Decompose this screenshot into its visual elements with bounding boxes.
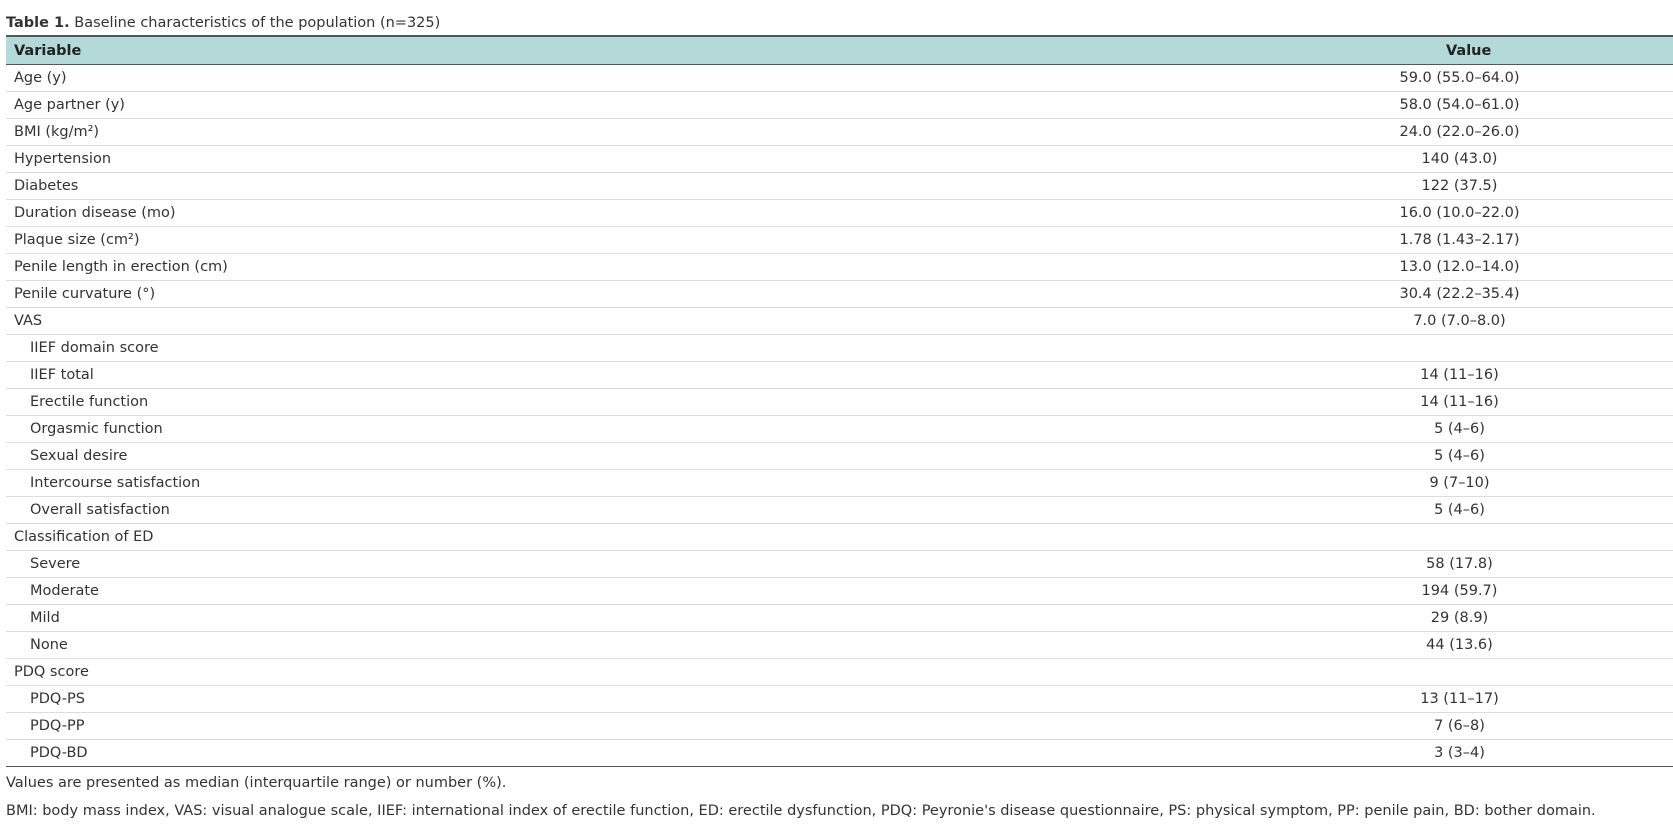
cell-variable: Mild bbox=[6, 604, 1246, 632]
cell-variable: Age (y) bbox=[6, 64, 1246, 92]
table-row: PDQ-PS 13 (11–17) bbox=[6, 685, 1673, 713]
table-row: Age (y) 59.0 (55.0–64.0) bbox=[6, 64, 1673, 92]
table-row: BMI (kg/m²) 24.0 (22.0–26.0) bbox=[6, 118, 1673, 146]
cell-variable: Duration disease (mo) bbox=[6, 199, 1246, 227]
cell-variable: VAS bbox=[6, 307, 1246, 335]
table-container: Table 1. Baseline characteristics of the… bbox=[6, 0, 1673, 824]
cell-value: 14 (11–16) bbox=[1246, 361, 1673, 389]
cell-variable: Hypertension bbox=[6, 145, 1246, 173]
baseline-characteristics-table: Variable Value Age (y) 59.0 (55.0–64.0) Ag… bbox=[6, 35, 1673, 767]
table-header: Variable Value bbox=[6, 36, 1673, 65]
cell-value: 7 (6–8) bbox=[1246, 712, 1673, 740]
table-row: Penile curvature (°) 30.4 (22.2–35.4) bbox=[6, 280, 1673, 308]
table-row: Plaque size (cm²) 1.78 (1.43–2.17) bbox=[6, 226, 1673, 254]
table-row: Sexual desire 5 (4–6) bbox=[6, 442, 1673, 470]
cell-value bbox=[1246, 523, 1673, 551]
cell-variable: Erectile function bbox=[6, 388, 1246, 416]
table-row: IIEF total 14 (11–16) bbox=[6, 361, 1673, 389]
cell-value: 58.0 (54.0–61.0) bbox=[1246, 91, 1673, 119]
cell-value: 1.78 (1.43–2.17) bbox=[1246, 226, 1673, 254]
table-row: Duration disease (mo) 16.0 (10.0–22.0) bbox=[6, 199, 1673, 227]
table-row: PDQ-BD 3 (3–4) bbox=[6, 740, 1673, 767]
cell-value bbox=[1246, 658, 1673, 686]
table-row: Mild 29 (8.9) bbox=[6, 604, 1673, 632]
cell-value: 29 (8.9) bbox=[1246, 604, 1673, 632]
cell-value: 140 (43.0) bbox=[1246, 145, 1673, 173]
table-row: IIEF domain score bbox=[6, 334, 1673, 362]
table-row: PDQ-PP 7 (6–8) bbox=[6, 712, 1673, 740]
table-row: Severe 58 (17.8) bbox=[6, 550, 1673, 578]
cell-variable: Intercourse satisfaction bbox=[6, 469, 1246, 497]
table-row: Orgasmic function 5 (4–6) bbox=[6, 415, 1673, 443]
cell-value: 7.0 (7.0–8.0) bbox=[1246, 307, 1673, 335]
table-row: Overall satisfaction 5 (4–6) bbox=[6, 496, 1673, 524]
table-row: PDQ score bbox=[6, 658, 1673, 686]
cell-value: 13 (11–17) bbox=[1246, 685, 1673, 713]
cell-variable: Penile length in erection (cm) bbox=[6, 253, 1246, 281]
cell-value bbox=[1246, 334, 1673, 362]
cell-value: 16.0 (10.0–22.0) bbox=[1246, 199, 1673, 227]
header-row: Variable Value bbox=[6, 36, 1673, 65]
cell-value: 5 (4–6) bbox=[1246, 415, 1673, 443]
cell-variable: Age partner (y) bbox=[6, 91, 1246, 119]
column-header-value: Value bbox=[1246, 36, 1673, 65]
cell-variable: Classification of ED bbox=[6, 523, 1246, 551]
cell-variable: Sexual desire bbox=[6, 442, 1246, 470]
cell-variable: Plaque size (cm²) bbox=[6, 226, 1246, 254]
cell-variable: PDQ score bbox=[6, 658, 1246, 686]
table-row: VAS 7.0 (7.0–8.0) bbox=[6, 307, 1673, 335]
cell-variable: Diabetes bbox=[6, 172, 1246, 200]
cell-variable: IIEF domain score bbox=[6, 334, 1246, 362]
cell-variable: Severe bbox=[6, 550, 1246, 578]
footnote-abbreviations: BMI: body mass index, VAS: visual analog… bbox=[6, 803, 1596, 819]
cell-value: 194 (59.7) bbox=[1246, 577, 1673, 605]
cell-variable: IIEF total bbox=[6, 361, 1246, 389]
cell-value: 30.4 (22.2–35.4) bbox=[1246, 280, 1673, 308]
table-row: Hypertension 140 (43.0) bbox=[6, 145, 1673, 173]
table-row: Moderate 194 (59.7) bbox=[6, 577, 1673, 605]
table-body: Age (y) 59.0 (55.0–64.0) Age partner (y) 58… bbox=[6, 64, 1673, 767]
cell-value: 5 (4–6) bbox=[1246, 442, 1673, 470]
column-header-variable: Variable bbox=[6, 36, 1246, 65]
cell-value: 59.0 (55.0–64.0) bbox=[1246, 64, 1673, 92]
table-row: Intercourse satisfaction 9 (7–10) bbox=[6, 469, 1673, 497]
cell-value: 5 (4–6) bbox=[1246, 496, 1673, 524]
cell-variable: Orgasmic function bbox=[6, 415, 1246, 443]
cell-value: 3 (3–4) bbox=[1434, 745, 1485, 761]
cell-variable: Overall satisfaction bbox=[6, 496, 1246, 524]
cell-variable: PDQ-BD bbox=[30, 745, 88, 761]
table-row: Erectile function 14 (11–16) bbox=[6, 388, 1673, 416]
cell-value: 122 (37.5) bbox=[1246, 172, 1673, 200]
cell-variable: BMI (kg/m²) bbox=[6, 118, 1246, 146]
table-caption-label: Table 1. bbox=[6, 15, 70, 31]
cell-value: 44 (13.6) bbox=[1246, 631, 1673, 659]
cell-value: 58 (17.8) bbox=[1246, 550, 1673, 578]
cell-value: 24.0 (22.0–26.0) bbox=[1246, 118, 1673, 146]
footnote-values: Values are presented as median (interqua… bbox=[6, 775, 507, 791]
table-row: None 44 (13.6) bbox=[6, 631, 1673, 659]
cell-variable: PDQ-PP bbox=[6, 712, 1246, 740]
cell-variable: None bbox=[6, 631, 1246, 659]
table-caption: Table 1. Baseline characteristics of the… bbox=[6, 0, 1673, 35]
cell-value: 9 (7–10) bbox=[1246, 469, 1673, 497]
cell-value: 13.0 (12.0–14.0) bbox=[1246, 253, 1673, 281]
cell-value: 14 (11–16) bbox=[1246, 388, 1673, 416]
cell-variable: Moderate bbox=[6, 577, 1246, 605]
cell-variable: PDQ-PS bbox=[6, 685, 1246, 713]
table-row: Diabetes 122 (37.5) bbox=[6, 172, 1673, 200]
table-caption-text: Baseline characteristics of the populati… bbox=[74, 15, 441, 31]
cell-variable: Penile curvature (°) bbox=[6, 280, 1246, 308]
table-row: Age partner (y) 58.0 (54.0–61.0) bbox=[6, 91, 1673, 119]
table-row: Penile length in erection (cm) 13.0 (12.0… bbox=[6, 253, 1673, 281]
table-row: Classification of ED bbox=[6, 523, 1673, 551]
